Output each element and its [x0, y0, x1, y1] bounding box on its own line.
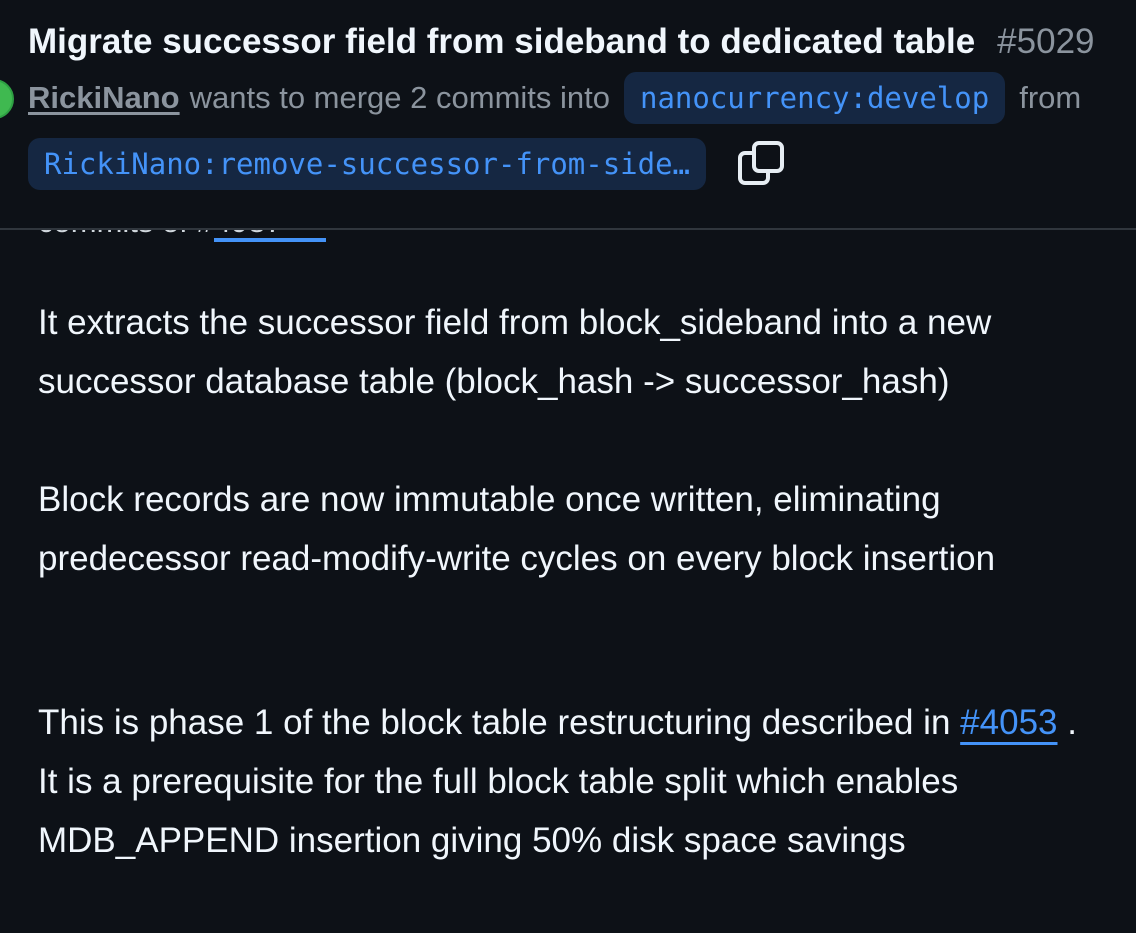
paragraph-3-lead: This is phase 1 of the block table restr…: [38, 703, 951, 742]
pr-description: commits of #4987 It extracts the success…: [0, 230, 1136, 933]
paragraph-3: This is phase 1 of the block table restr…: [38, 693, 1098, 870]
pr-number: #5029: [997, 22, 1095, 61]
paragraph-1: It extracts the successor field from blo…: [38, 303, 992, 401]
avatar[interactable]: [0, 79, 14, 119]
head-branch-row: RickiNano:remove-successor-from-side…: [28, 138, 786, 190]
copy-icon: [738, 141, 785, 185]
pr-header: Migrate successor field from sideband to…: [0, 0, 1136, 230]
author-link[interactable]: RickiNano: [28, 72, 180, 124]
from-text: from: [1019, 80, 1082, 115]
head-branch[interactable]: RickiNano:remove-successor-from-side…: [28, 138, 707, 190]
pr-title-row: Migrate successor field from sideband to…: [28, 20, 1095, 64]
merge-text: wants to merge 2 commits into: [189, 80, 610, 115]
issue-link-4053[interactable]: #4053: [960, 703, 1057, 742]
base-branch[interactable]: nanocurrency:develop: [624, 72, 1006, 124]
clipped-issue-link[interactable]: [214, 238, 326, 242]
pr-meta-row: RickiNano wants to merge 2 commits into …: [28, 72, 1081, 124]
pr-title: Migrate successor field from sideband to…: [28, 22, 976, 61]
copy-button[interactable]: [736, 139, 786, 189]
paragraph-2: Block records are now immutable once wri…: [38, 480, 996, 578]
